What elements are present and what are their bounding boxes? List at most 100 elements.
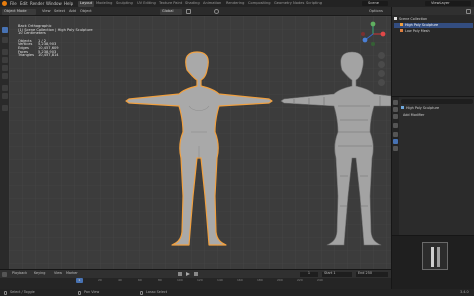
timeline-menu-playback[interactable]: Playback xyxy=(12,271,27,275)
tick-label: 0 xyxy=(78,278,80,282)
viewport-info-overlay: Back Orthographic (1) Scene Collection |… xyxy=(18,24,93,58)
menu-help[interactable]: Help xyxy=(64,1,73,6)
object-properties-icon[interactable] xyxy=(393,132,398,137)
menu-window[interactable]: Window xyxy=(46,1,62,6)
tab-animation[interactable]: Animation xyxy=(201,1,223,7)
header-menu-view[interactable]: View xyxy=(42,9,51,14)
tab-modeling[interactable]: Modeling xyxy=(94,1,114,7)
tab-uv-editing[interactable]: UV Editing xyxy=(135,1,158,7)
timeline-menu-marker[interactable]: Marker xyxy=(66,271,78,275)
proportional-edit-icon[interactable] xyxy=(214,9,219,14)
tick-label: 80 xyxy=(158,278,162,282)
jump-end-icon[interactable] xyxy=(194,272,198,276)
preview-figure-left xyxy=(431,247,434,267)
outliner-item-low-poly[interactable]: Low Poly Mesh xyxy=(394,29,473,34)
zoom-view-icon[interactable] xyxy=(378,52,385,59)
output-properties-icon[interactable] xyxy=(393,114,398,119)
top-menu-bar: File Edit Render Window Help Layout Mode… xyxy=(0,0,474,7)
mesh-icon xyxy=(400,29,403,32)
tick-label: 140 xyxy=(217,278,223,282)
properties-tabs xyxy=(392,97,399,236)
start-frame-field[interactable]: Start 1 xyxy=(322,271,352,277)
scene-label: Scene xyxy=(368,0,379,5)
header-menu-select[interactable]: Select xyxy=(54,9,65,14)
object-name-field[interactable]: High Poly Sculpture xyxy=(401,106,473,111)
stat-triangles: Triangles 10,457,814 xyxy=(18,53,59,58)
wrench-icon xyxy=(401,106,404,109)
transform-label: Global xyxy=(162,8,174,13)
cursor-tool-icon[interactable] xyxy=(1,37,8,43)
tab-geometry-nodes[interactable]: Geometry Nodes xyxy=(272,1,306,7)
tick-label: 100 xyxy=(177,278,183,282)
tab-layout[interactable]: Layout xyxy=(78,0,95,7)
preview-panel xyxy=(391,235,474,289)
high-poly-sculpture[interactable] xyxy=(119,46,279,256)
jump-start-icon[interactable] xyxy=(178,272,182,276)
status-bar: Select / Toggle Pan View Lasso Select 3.… xyxy=(0,289,474,296)
grid-toggle-icon[interactable] xyxy=(378,79,385,86)
timeline-header: Playback Keying View Marker 1 Start 1 En… xyxy=(0,270,391,278)
snap-icon[interactable] xyxy=(186,9,191,14)
tab-rendering[interactable]: Rendering xyxy=(224,1,246,7)
filter-icon[interactable] xyxy=(466,8,471,14)
add-cube-tool-icon[interactable] xyxy=(1,105,8,111)
measure-tool-icon[interactable] xyxy=(1,93,8,99)
search-field[interactable] xyxy=(401,99,473,104)
current-frame-field[interactable]: 1 xyxy=(300,271,318,277)
header-menu-object[interactable]: Object xyxy=(80,9,92,14)
blender-logo-icon[interactable] xyxy=(2,1,7,6)
3d-viewport[interactable]: Back Orthographic (1) Scene Collection |… xyxy=(9,16,391,269)
tab-compositing[interactable]: Compositing xyxy=(246,1,273,7)
timeline-menu-keying[interactable]: Keying xyxy=(34,271,45,275)
play-icon[interactable] xyxy=(186,272,190,276)
pan-view-icon[interactable] xyxy=(378,61,385,68)
options-button[interactable]: Options xyxy=(369,9,383,14)
scene-properties-icon[interactable] xyxy=(393,123,398,128)
outliner-root-row[interactable]: Scene Collection xyxy=(394,17,473,22)
status-middle-hint: Pan View xyxy=(84,289,100,294)
transform-tool-icon[interactable] xyxy=(1,73,8,79)
tab-scripting[interactable]: Scripting xyxy=(304,1,324,7)
move-tool-icon[interactable] xyxy=(1,49,8,55)
rotate-tool-icon[interactable] xyxy=(1,57,8,63)
modifier-properties-icon[interactable] xyxy=(393,139,398,144)
menu-render[interactable]: Render xyxy=(30,1,44,6)
low-poly-mesh[interactable] xyxy=(274,46,391,256)
tool-properties-icon[interactable] xyxy=(393,100,398,105)
transform-orientation-dropdown[interactable]: Global xyxy=(160,8,182,15)
preview-figure-right xyxy=(437,247,440,267)
outliner-item-high-poly[interactable]: High Poly Sculpture xyxy=(394,23,473,28)
end-frame-field[interactable]: End 250 xyxy=(356,271,388,277)
header-menu-add[interactable]: Add xyxy=(69,9,76,14)
mouse-right-icon xyxy=(140,290,143,295)
version-label: 3.4.0 xyxy=(460,289,469,294)
scene-selector[interactable]: Scene xyxy=(362,1,388,6)
menu-edit[interactable]: Edit xyxy=(20,1,28,6)
mouse-middle-icon xyxy=(78,290,81,295)
annotate-tool-icon[interactable] xyxy=(1,85,8,91)
add-modifier-button[interactable]: Add Modifier xyxy=(401,113,441,119)
collection-icon xyxy=(394,17,397,20)
view-layer-selector[interactable]: ViewLayer xyxy=(425,1,471,6)
view-layer-label: ViewLayer xyxy=(431,0,450,5)
camera-view-icon[interactable] xyxy=(378,70,385,77)
tick-label: 200 xyxy=(277,278,283,282)
tab-shading[interactable]: Shading xyxy=(183,1,202,7)
timeline-editor-icon[interactable] xyxy=(2,271,7,277)
mode-dropdown[interactable]: Object Mode xyxy=(2,8,36,15)
mode-label: Object Mode xyxy=(4,8,27,13)
timeline-panel: Playback Keying View Marker 1 Start 1 En… xyxy=(0,269,391,290)
tick-label: 240 xyxy=(317,278,323,282)
tick-label: 120 xyxy=(197,278,203,282)
tab-texture-paint[interactable]: Texture Paint xyxy=(157,1,184,7)
material-properties-icon[interactable] xyxy=(393,146,398,151)
outliner-header xyxy=(392,7,474,15)
render-properties-icon[interactable] xyxy=(393,107,398,112)
scale-tool-icon[interactable] xyxy=(1,65,8,71)
navigation-gizmo[interactable] xyxy=(359,20,387,48)
menu-file[interactable]: File xyxy=(10,1,17,6)
status-left-hint: Select / Toggle xyxy=(10,289,35,294)
select-box-tool-icon[interactable] xyxy=(1,27,8,33)
timeline-menu-view[interactable]: View xyxy=(54,271,62,275)
tab-sculpting[interactable]: Sculpting xyxy=(114,1,135,7)
